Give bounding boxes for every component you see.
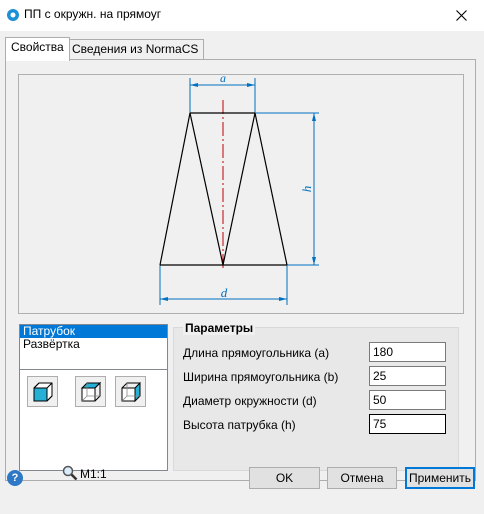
width-label: Ширина прямоугольника (b) [183, 370, 339, 384]
view-side-button[interactable] [115, 376, 146, 407]
part-list[interactable]: Патрубок Развёртка [19, 324, 168, 370]
apply-button[interactable]: Применить [405, 467, 475, 489]
tab-properties[interactable]: Свойства [5, 37, 70, 61]
tab-normacs-info[interactable]: Сведения из NormaCS [66, 39, 205, 60]
nozzle-drawing: a h d [159, 75, 319, 305]
cube-side-view-icon [121, 381, 140, 402]
height-h-field[interactable] [369, 414, 446, 434]
close-button[interactable] [438, 0, 484, 31]
help-icon[interactable]: ? [7, 470, 23, 486]
view-buttons-panel [19, 370, 168, 471]
close-icon [455, 10, 467, 21]
window-title: ПП с окружн. на прямоуг [24, 7, 162, 21]
diameter-label: Диаметр окружности (d) [183, 394, 317, 408]
length-a-field[interactable] [369, 342, 446, 362]
drawing-preview: a h d [18, 74, 464, 314]
length-label: Длина прямоугольника (a) [183, 346, 330, 360]
width-b-field[interactable] [369, 366, 446, 386]
list-item-development[interactable]: Развёртка [20, 338, 167, 351]
height-label: Высота патрубка (h) [183, 418, 296, 432]
properties-panel: a h d Патрубок Развёртка Параметры Длина… [5, 59, 476, 481]
view-top-button[interactable] [75, 376, 106, 407]
view-front-button[interactable] [27, 376, 58, 407]
parameters-title: Параметры [183, 321, 256, 335]
scale-label: M1:1 [80, 467, 107, 481]
magnifier-icon[interactable] [62, 465, 78, 481]
ok-button[interactable]: OK [249, 467, 320, 489]
dialog-body: Свойства Сведения из NormaCS a h d Патру… [0, 31, 484, 514]
dimension-a-label: a [220, 75, 226, 85]
title-bar: ПП с окружн. на прямоуг [0, 0, 484, 31]
cancel-button[interactable]: Отмена [327, 467, 397, 489]
diameter-d-field[interactable] [369, 390, 446, 410]
app-icon [6, 8, 20, 22]
dimension-h-label: h [299, 186, 314, 193]
cube-top-view-icon [80, 381, 101, 401]
dimension-d-label: d [221, 285, 228, 300]
parameters-group: Параметры Длина прямоугольника (a) Ширин… [173, 321, 459, 471]
cube-front-view-icon [33, 382, 52, 401]
